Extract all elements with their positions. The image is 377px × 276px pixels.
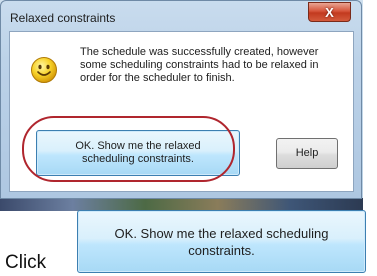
screenshot: Relaxed constraints X The schedule was s… [0, 0, 363, 211]
dialog-titlebar: Relaxed constraints X [1, 1, 361, 31]
smiley-icon [31, 57, 57, 83]
dialog-message: The schedule was successfully created, h… [80, 46, 319, 84]
dialog-body: The schedule was successfully created, h… [9, 31, 354, 192]
help-button[interactable]: Help [276, 138, 338, 169]
relaxed-constraints-dialog: Relaxed constraints X The schedule was s… [0, 0, 362, 199]
dialog-title: Relaxed constraints [10, 11, 116, 25]
show-relaxed-constraints-button[interactable]: OK. Show me the relaxed scheduling const… [36, 130, 240, 176]
close-button[interactable]: X [308, 2, 351, 22]
instruction-button-image: OK. Show me the relaxed scheduling const… [77, 210, 366, 273]
instruction-verb: Click [5, 252, 47, 273]
close-icon: X [325, 4, 334, 20]
